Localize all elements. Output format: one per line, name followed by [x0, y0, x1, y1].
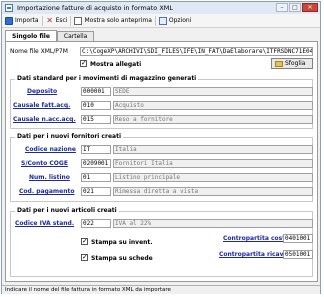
stampa-schede-checkbox[interactable]: [81, 253, 88, 262]
minimize-button[interactable]: –: [276, 3, 288, 12]
file-path-input[interactable]: C:\CogeXP\ARCHIVI\SDI_FILES\IFE\IN_FAT\D…: [80, 47, 313, 56]
app-icon: [5, 4, 13, 12]
tab-singolo-file[interactable]: Singolo file: [5, 30, 57, 41]
file-name-label: Nome file XML/P7M: [10, 48, 68, 55]
magazzino-group: Dati standard per i movimenti di magazzi…: [10, 75, 313, 129]
importazione-window: Importazione fatture di acquisto in form…: [1, 1, 321, 294]
sconto-coge-description: Fornitori Italia: [113, 159, 313, 168]
codice-iva-input[interactable]: 022: [81, 219, 111, 228]
maximize-button[interactable]: □: [289, 3, 301, 12]
title-bar: Importazione fatture di acquisto in form…: [2, 2, 320, 14]
sconto-coge-link[interactable]: S/Conto COGE: [21, 160, 68, 167]
toolbar: Importa ✕ Esci Mostra solo anteprima Opz…: [2, 14, 320, 28]
esci-button[interactable]: ✕ Esci: [43, 15, 71, 26]
stampa-invent-label: Stampa su invent.: [91, 239, 153, 246]
num-listino-description: Listino principale: [113, 173, 313, 182]
options-icon: [158, 16, 167, 25]
articoli-group-title: Dati per i nuovi articoli creati: [15, 207, 119, 214]
codice-iva-description: IVA al 22%: [113, 219, 313, 228]
cod-pagamento-input[interactable]: 021: [81, 187, 111, 196]
exit-icon: ✕: [46, 15, 53, 25]
codice-iva-link[interactable]: Codice IVA stand.: [15, 220, 74, 227]
codice-nazione-description: Italia: [113, 145, 313, 154]
window-title: Importazione fatture di acquisto in form…: [17, 4, 174, 12]
contropartita-costo-link[interactable]: Contropartita costo: [223, 235, 289, 242]
cod-pagamento-description: Rimessa diretta a vista: [113, 187, 313, 196]
causale-fatt-code-input[interactable]: 010: [81, 101, 111, 110]
contropartita-ricavo-input[interactable]: 0501001: [283, 250, 313, 259]
deposito-link[interactable]: Deposito: [27, 88, 57, 95]
cod-pagamento-link[interactable]: Cod. pagamento: [19, 188, 74, 195]
status-bar: Indicare il nome del file fattura in for…: [2, 285, 320, 294]
mostra-anteprima-label: Mostra solo anteprima: [84, 17, 152, 24]
sconto-coge-input[interactable]: 0209001: [81, 159, 111, 168]
codice-nazione-link[interactable]: Codice nazione: [25, 146, 76, 153]
causale-fatt-description: Acquisto: [113, 101, 313, 110]
fornitori-group: Dati per i nuovi fornitori creati Codice…: [10, 133, 313, 202]
importa-label: Importa: [15, 17, 39, 24]
mostra-anteprima-button[interactable]: Mostra solo anteprima: [71, 15, 154, 26]
fornitori-group-title: Dati per i nuovi fornitori creati: [15, 133, 123, 140]
opzioni-button[interactable]: Opzioni: [156, 15, 195, 26]
contropartita-costo-input[interactable]: 0401001: [283, 234, 313, 243]
causale-nc-code-input[interactable]: 015: [81, 115, 111, 124]
num-listino-link[interactable]: Num. listino: [29, 174, 70, 181]
causale-nc-description: Reso a fornitore: [113, 115, 313, 124]
mostra-allegati-checkbox[interactable]: [80, 59, 87, 68]
esci-label: Esci: [55, 17, 68, 24]
causale-nc-link[interactable]: Causale n.acc.acq.: [13, 116, 76, 123]
sfoglia-label: Sfoglia: [285, 60, 306, 67]
opzioni-label: Opzioni: [168, 17, 192, 24]
stampa-schede-label: Stampa su schede: [91, 255, 153, 262]
preview-icon: [74, 16, 83, 25]
importa-icon: [5, 16, 13, 25]
tab-cartella[interactable]: Cartella: [56, 31, 95, 41]
importa-button[interactable]: Importa: [2, 15, 42, 26]
mostra-allegati-label: Mostra allegati: [90, 61, 142, 68]
contropartita-ricavo-link[interactable]: Contropartita ricavo: [219, 251, 288, 258]
codice-nazione-input[interactable]: IT: [81, 145, 111, 154]
sfoglia-button[interactable]: Sfoglia: [271, 58, 313, 69]
deposito-description: SEDE: [113, 87, 313, 96]
tab-strip: Singolo file Cartella: [5, 30, 95, 41]
close-button[interactable]: ✕: [302, 3, 318, 12]
magazzino-group-title: Dati standard per i movimenti di magazzi…: [15, 75, 199, 82]
num-listino-input[interactable]: 01: [81, 173, 111, 182]
causale-fatt-link[interactable]: Causale fatt.acq.: [13, 102, 70, 109]
articoli-group: Dati per i nuovi articoli creati Codice …: [10, 207, 313, 277]
deposito-code-input[interactable]: 000001: [81, 87, 111, 96]
folder-icon: [275, 60, 283, 67]
singolo-file-panel: Nome file XML/P7M C:\CogeXP\ARCHIVI\SDI_…: [5, 41, 318, 282]
stampa-invent-checkbox[interactable]: [81, 237, 88, 246]
